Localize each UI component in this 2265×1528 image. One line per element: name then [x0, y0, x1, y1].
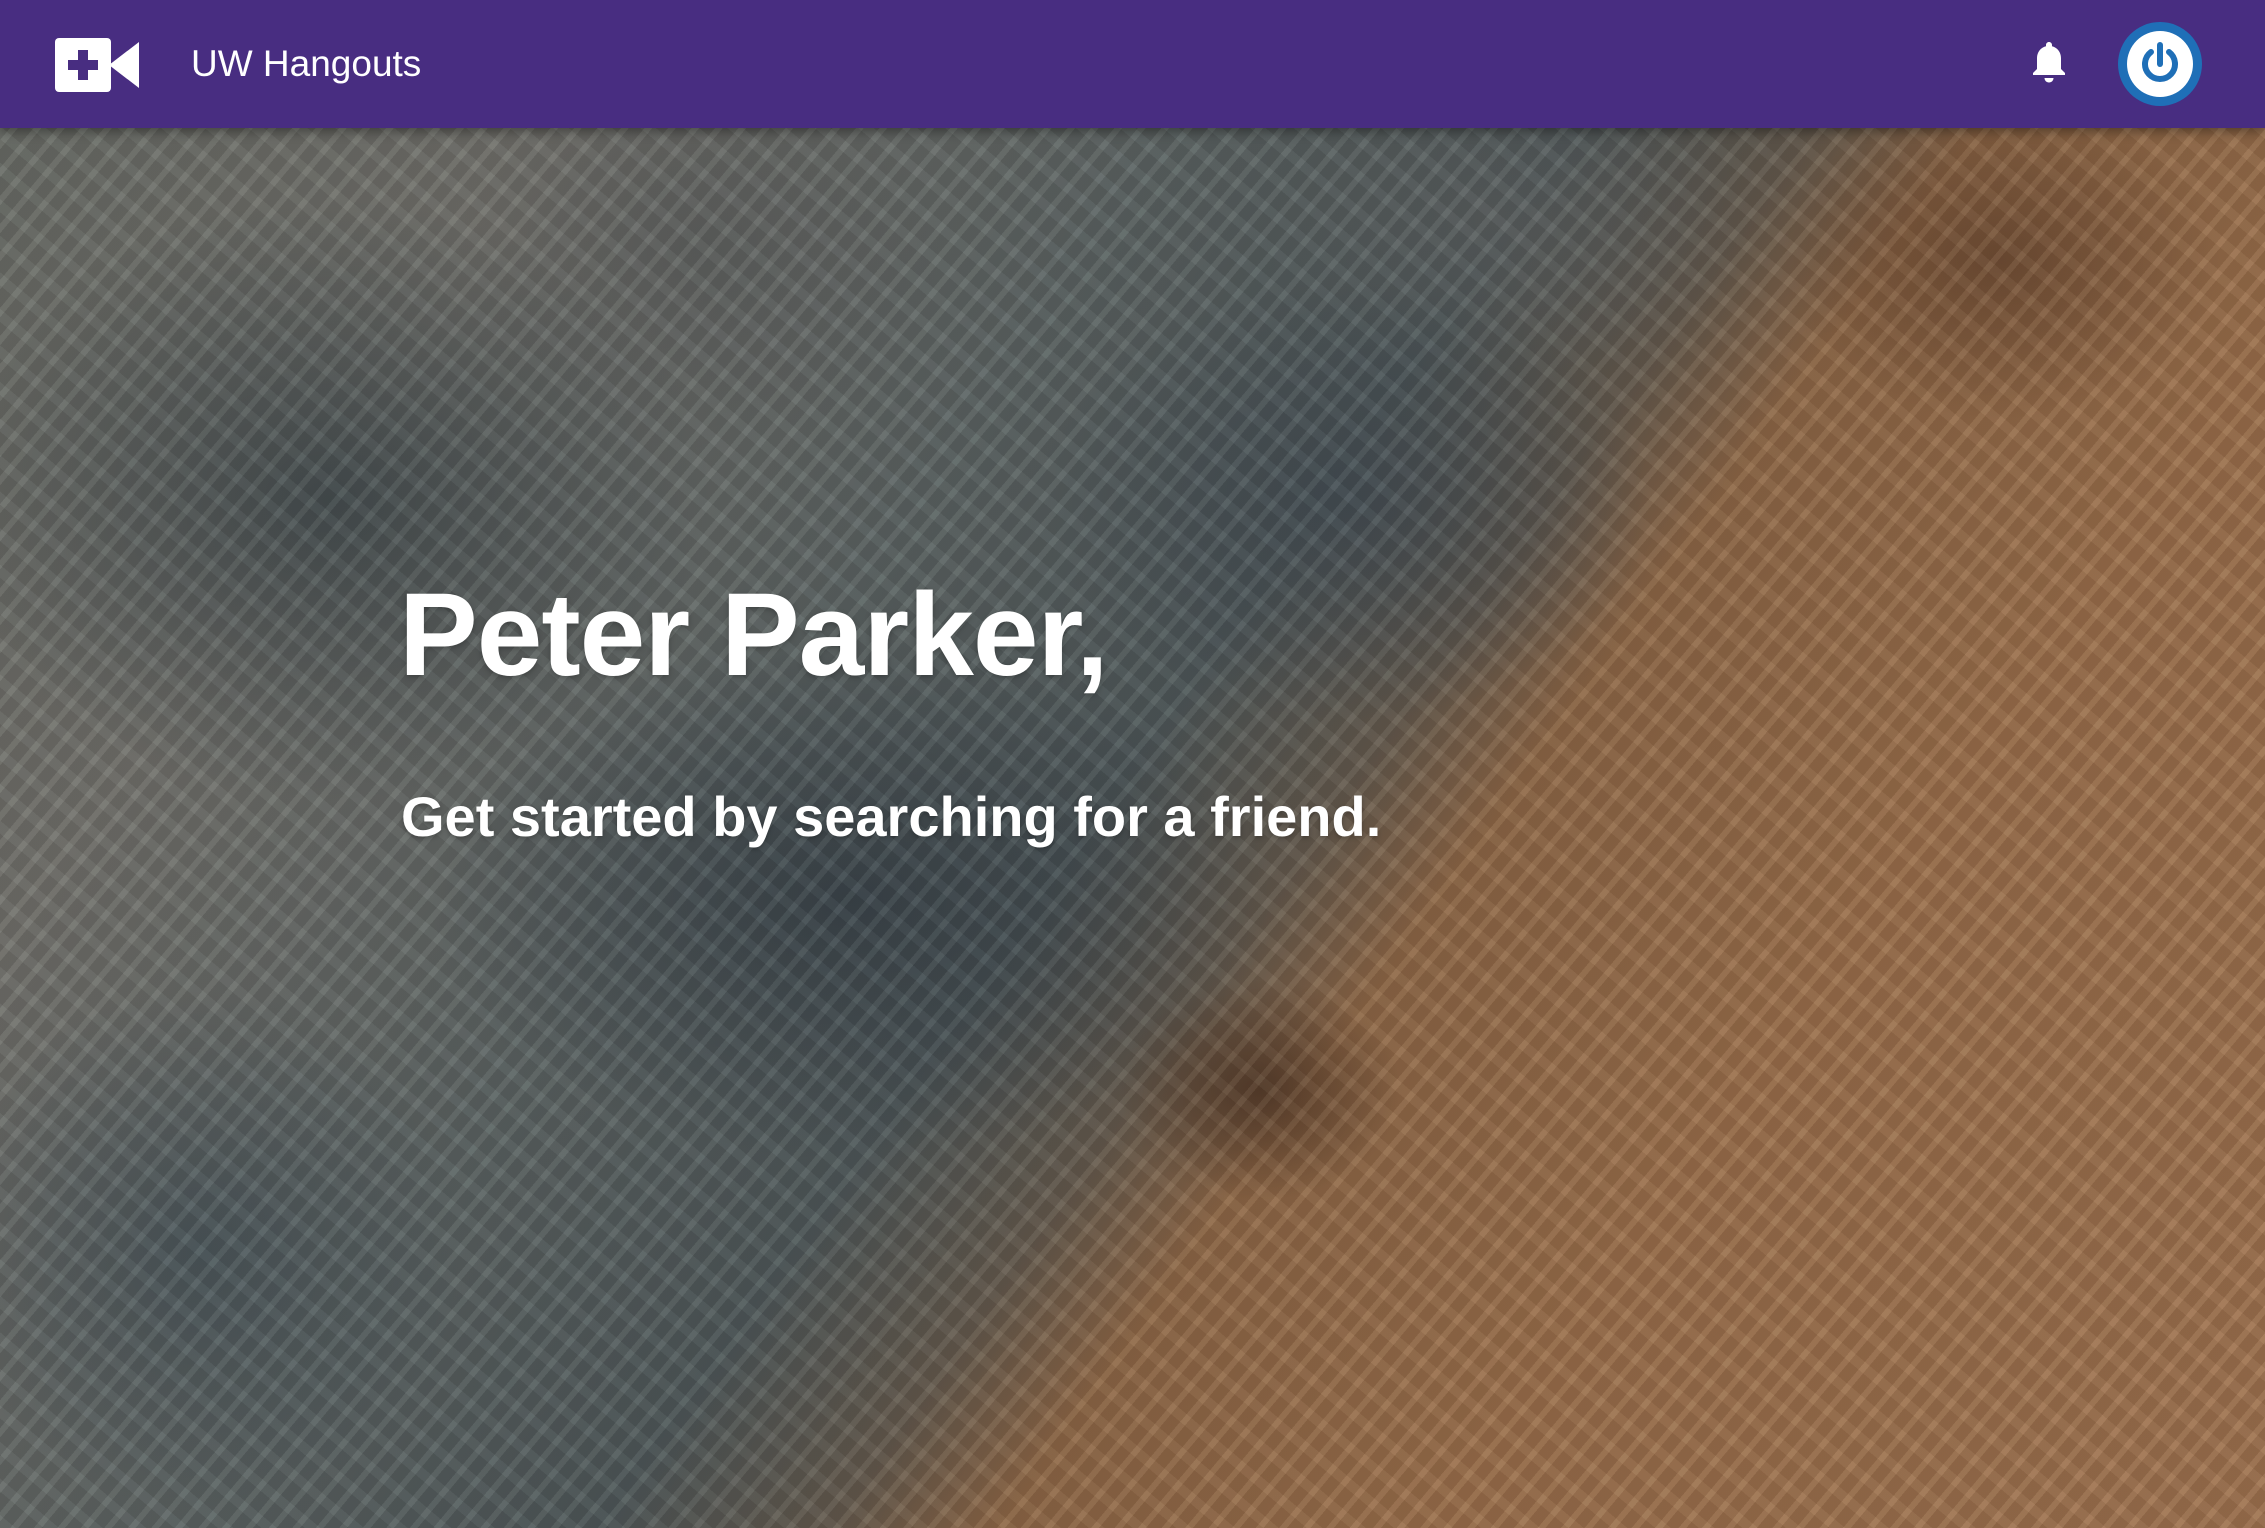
app-title: UW Hangouts — [191, 43, 422, 84]
hero-subtitle: Get started by searching for a friend. — [401, 785, 1382, 848]
greeting-heading: Peter Parker, — [399, 569, 1109, 701]
video-call-add-icon[interactable] — [55, 38, 139, 92]
notifications-button[interactable] — [2022, 36, 2076, 92]
logout-button[interactable] — [2118, 22, 2202, 106]
power-icon — [2127, 31, 2193, 97]
home-page: UW Hangouts Peter Parker, Get started by… — [0, 0, 2265, 1528]
bell-icon — [2031, 40, 2067, 89]
top-app-bar: UW Hangouts — [0, 0, 2265, 128]
hero-overlay — [0, 0, 2265, 1528]
